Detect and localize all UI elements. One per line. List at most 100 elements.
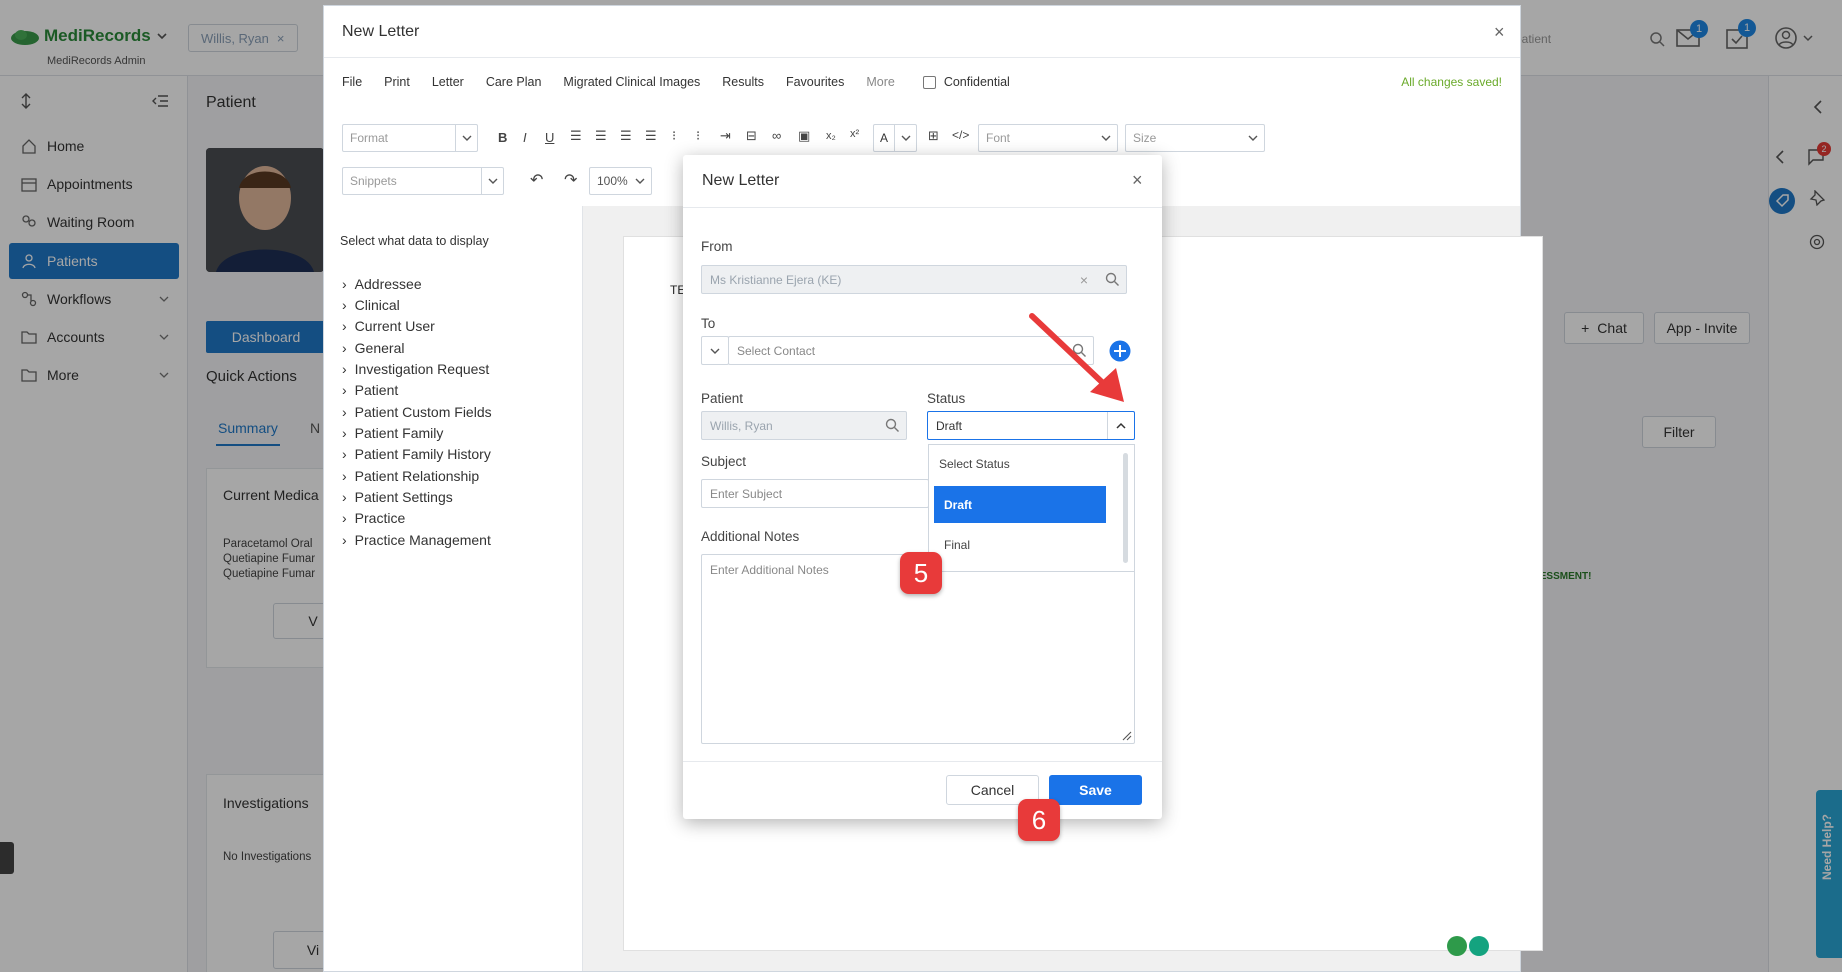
tree-item-patient-family-history[interactable]: › Patient Family History <box>342 446 491 462</box>
status-select[interactable]: Draft <box>927 411 1135 440</box>
chevron-down-icon <box>1248 135 1258 141</box>
status-label: Status <box>927 391 966 406</box>
image-icon[interactable]: ▣ <box>798 128 810 144</box>
subject-input[interactable]: Enter Subject <box>701 479 929 508</box>
annotation-arrow <box>1029 313 1124 402</box>
link-icon[interactable]: ∞ <box>772 128 781 143</box>
menu-care-plan[interactable]: Care Plan <box>486 75 542 89</box>
align-right-icon[interactable]: ☰ <box>620 128 632 144</box>
tree-item-label: Patient Settings <box>354 489 453 505</box>
source-code-icon[interactable]: </> <box>952 128 969 142</box>
format-select[interactable]: Format <box>342 124 478 152</box>
modal-header: New Letter × <box>683 155 1162 208</box>
close-icon[interactable]: × <box>1494 22 1505 43</box>
snippets-placeholder: Snippets <box>350 174 397 188</box>
confidential-label: Confidential <box>943 75 1010 89</box>
dropdown-scrollbar[interactable] <box>1123 453 1128 563</box>
patient-field[interactable]: Willis, Ryan <box>701 411 907 440</box>
tree-item-patient-settings[interactable]: › Patient Settings <box>342 489 453 505</box>
chevron-right-icon: › <box>342 532 347 548</box>
menu-more[interactable]: More <box>866 75 894 89</box>
size-placeholder: Size <box>1133 131 1157 145</box>
from-field[interactable]: Ms Kristianne Ejera (KE) × <box>701 265 1127 294</box>
text-color-select[interactable]: A <box>873 124 917 152</box>
close-icon[interactable]: × <box>1132 170 1143 191</box>
search-icon[interactable] <box>885 418 900 433</box>
lightbulb-icon[interactable] <box>1447 936 1467 956</box>
data-heading: Select what data to display <box>340 234 489 248</box>
tree-item-general[interactable]: › General <box>342 340 404 356</box>
tree-item-addressee[interactable]: › Addressee <box>342 276 422 292</box>
letter-window-header: New Letter × <box>324 6 1520 58</box>
tree-item-practice-management[interactable]: › Practice Management <box>342 532 491 548</box>
status-dropdown: Select Status Draft Final <box>928 444 1135 572</box>
numbered-list-icon[interactable]: ⁝ <box>696 128 700 144</box>
chevron-right-icon: › <box>342 404 347 420</box>
notes-label: Additional Notes <box>701 529 800 544</box>
status-option-draft[interactable]: Draft <box>934 486 1106 523</box>
search-icon[interactable] <box>1105 272 1120 287</box>
menu-favourites[interactable]: Favourites <box>786 75 844 89</box>
checkbox-box[interactable] <box>922 75 936 89</box>
modal-title: New Letter <box>702 172 780 189</box>
patient-value: Willis, Ryan <box>710 418 773 433</box>
chevron-right-icon: › <box>342 318 347 334</box>
tree-item-label: Investigation Request <box>354 361 490 377</box>
confidential-checkbox[interactable]: Confidential <box>922 75 1010 89</box>
chevron-down-icon <box>635 178 645 184</box>
redo-icon[interactable]: ↷ <box>564 170 577 190</box>
align-center-icon[interactable]: ☰ <box>595 128 607 144</box>
tree-item-practice[interactable]: › Practice <box>342 510 405 526</box>
font-select[interactable]: Font <box>978 124 1118 152</box>
size-select[interactable]: Size <box>1125 124 1265 152</box>
chevron-down-icon <box>1101 135 1111 141</box>
grammarly-icon[interactable] <box>1469 936 1489 956</box>
save-button[interactable]: Save <box>1049 775 1142 805</box>
chevron-down-icon <box>901 135 910 141</box>
tree-item-patient-relationship[interactable]: › Patient Relationship <box>342 468 479 484</box>
tree-item-patient[interactable]: › Patient <box>342 382 398 398</box>
subject-placeholder: Enter Subject <box>710 486 783 501</box>
italic-icon[interactable]: I <box>523 130 527 145</box>
to-label: To <box>701 316 716 331</box>
superscript-icon[interactable]: x² <box>850 128 859 140</box>
menu-letter[interactable]: Letter <box>432 75 464 89</box>
snippets-select[interactable]: Snippets <box>342 167 504 195</box>
indent-icon[interactable]: ⇥ <box>720 128 731 144</box>
status-select-toggle[interactable] <box>1107 412 1134 439</box>
tree-item-patient-family[interactable]: › Patient Family <box>342 425 443 441</box>
menu-results[interactable]: Results <box>722 75 764 89</box>
zoom-select[interactable]: 100% <box>589 167 652 195</box>
undo-icon[interactable]: ↶ <box>530 170 543 190</box>
letter-window-title: New Letter <box>342 22 420 40</box>
clear-icon[interactable]: × <box>1080 272 1088 288</box>
table-icon[interactable]: ⊞ <box>928 128 939 144</box>
menu-print[interactable]: Print <box>384 75 410 89</box>
to-type-dropdown[interactable] <box>701 336 729 365</box>
menu-file[interactable]: File <box>342 75 362 89</box>
chevron-right-icon: › <box>342 297 347 313</box>
chevron-right-icon: › <box>342 276 347 292</box>
underline-icon[interactable]: U <box>545 130 554 145</box>
new-letter-modal: New Letter × From Ms Kristianne Ejera (K… <box>683 155 1162 819</box>
tree-item-current-user[interactable]: › Current User <box>342 318 435 334</box>
bullet-list-icon[interactable]: ⁝ <box>672 128 676 144</box>
tree-item-clinical[interactable]: › Clinical <box>342 297 400 313</box>
status-option-select[interactable]: Select Status <box>939 457 1010 471</box>
resize-handle-icon[interactable] <box>1122 731 1132 741</box>
page-break-icon[interactable]: ⊟ <box>746 128 757 144</box>
chevron-right-icon: › <box>342 510 347 526</box>
text-color-icon: A <box>880 131 889 145</box>
status-option-final[interactable]: Final <box>944 538 970 552</box>
menu-migrated-clinical-images[interactable]: Migrated Clinical Images <box>563 75 700 89</box>
chevron-right-icon: › <box>342 382 347 398</box>
tree-item-investigation-request[interactable]: › Investigation Request <box>342 361 489 377</box>
justify-icon[interactable]: ☰ <box>645 128 657 144</box>
tree-item-patient-custom-fields[interactable]: › Patient Custom Fields <box>342 404 492 420</box>
bold-icon[interactable]: B <box>498 130 507 145</box>
subscript-icon[interactable]: x₂ <box>826 130 836 142</box>
align-left-icon[interactable]: ☰ <box>570 128 582 144</box>
chevron-up-icon <box>1116 422 1126 429</box>
from-value: Ms Kristianne Ejera (KE) <box>710 272 842 287</box>
step-5-badge: 5 <box>900 552 942 594</box>
